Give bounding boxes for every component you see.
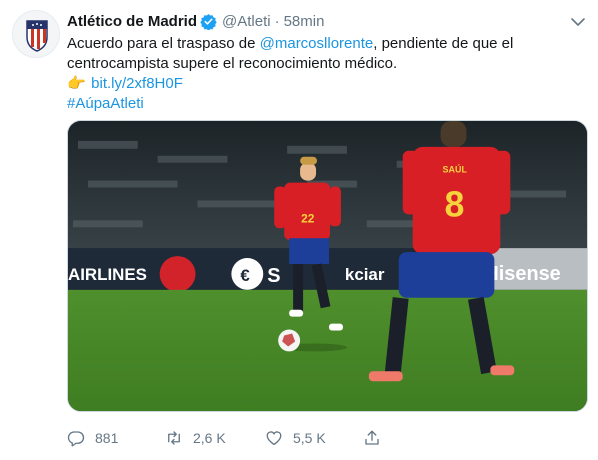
tweet-actions: 881 2,6 K 5,5 K (67, 427, 397, 449)
separator-dot: · (274, 12, 280, 30)
tweet-text: Acuerdo para el traspaso de @marcosllore… (67, 34, 587, 114)
pointing-hand-icon: 👉 (67, 75, 86, 92)
reply-button[interactable]: 881 (67, 427, 118, 449)
football-match-photo: AIRLINES € S kciar Hisense 22 SAÚL 8 (68, 121, 587, 411)
retweet-count: 2,6 K (193, 430, 226, 446)
share-button[interactable] (363, 427, 381, 449)
short-url-link[interactable]: bit.ly/2xf8H0F (91, 75, 183, 92)
tweet-header: Atlético de Madrid @Atleti · 58min (67, 10, 324, 32)
mention-link[interactable]: @marcosllorente (260, 35, 374, 52)
retweet-button[interactable]: 2,6 K (165, 427, 226, 449)
avatar[interactable] (12, 10, 60, 58)
share-icon (365, 430, 379, 445)
tweet-text-line-1: Acuerdo para el traspaso de @marcosllore… (67, 34, 587, 54)
tweet-timestamp[interactable]: 58min (284, 13, 325, 30)
ad-board-text: AIRLINES (68, 265, 147, 284)
tweet-text-line-4: #AúpaAtleti (67, 94, 587, 114)
text-segment: Acuerdo para el traspaso de (67, 35, 260, 52)
club-crest-logo (26, 20, 48, 52)
football (278, 329, 301, 352)
text-segment: , pendiente de que el (373, 35, 514, 52)
jersey-name: SAÚL (443, 164, 468, 175)
like-button[interactable]: 5,5 K (265, 427, 326, 449)
ad-board-text: Hisense (484, 263, 560, 285)
ad-board-text: kciar (345, 265, 385, 284)
verified-badge-icon (200, 13, 217, 30)
tweet-text-line-2: centrocampista supere el reconocimiento … (67, 55, 398, 72)
jersey-number: 8 (445, 184, 465, 224)
ad-board-text: € (240, 266, 250, 285)
retweet-icon (168, 431, 180, 445)
tweet-text-line-3: 👉 bit.ly/2xf8H0F (67, 74, 587, 94)
chevron-down-icon[interactable] (568, 12, 588, 32)
tweet-photo[interactable]: AIRLINES € S kciar Hisense 22 SAÚL 8 (67, 120, 588, 412)
hashtag-link[interactable]: #AúpaAtleti (67, 95, 144, 112)
like-count: 5,5 K (293, 430, 326, 446)
heart-icon (266, 431, 282, 446)
reply-icon (67, 431, 85, 447)
jersey-number: 22 (301, 211, 315, 225)
author-display-name[interactable]: Atlético de Madrid (67, 13, 197, 30)
tweet[interactable]: Atlético de Madrid @Atleti · 58min Acuer… (0, 0, 598, 460)
reply-count: 881 (95, 430, 119, 446)
ad-board-text: S (267, 265, 280, 287)
author-handle[interactable]: @Atleti (222, 13, 271, 30)
